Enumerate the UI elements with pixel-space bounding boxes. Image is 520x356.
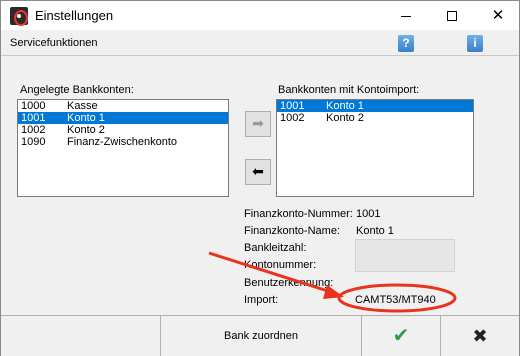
import-format-value: CAMT53/MT940 [355,294,436,306]
account-number: 1090 [21,136,46,148]
finanzkonto-nummer-value: 1001 [356,208,381,220]
title-bar: Einstellungen ✕ [1,1,519,30]
help-icon[interactable]: ? [398,35,414,52]
list-item[interactable]: 1001 Konto 1 [18,112,228,124]
app-icon [10,7,28,26]
close-icon: ✕ [491,7,505,24]
finanzkonto-name-label: Finanzkonto-Name: [244,225,340,237]
account-name: Konto 1 [67,112,105,124]
account-name: Konto 2 [67,124,105,136]
account-number: 1001 [280,100,305,112]
bankleitzahl-label: Bankleitzahl: [244,242,307,254]
checkmark-icon: ✔ [392,325,410,347]
assign-bank-button[interactable]: Bank zuordnen [160,316,361,356]
toolbar: Servicefunktionen ? i [1,31,519,56]
import-accounts-list[interactable]: 1001 Konto 1 1002 Konto 2 [276,99,474,197]
kontonummer-label: Kontonummer: [244,259,317,271]
account-name: Konto 1 [326,100,364,112]
arrow-left-icon: ⬅ [252,163,264,179]
bank-accounts-list[interactable]: 1000 Kasse 1001 Konto 1 1002 Konto 2 1090 Fi… [17,99,229,197]
info-icon[interactable]: i [467,35,483,52]
list-item[interactable]: 1000 Kasse [18,100,228,112]
cancel-button[interactable]: ✖ [440,316,519,356]
maximize-button[interactable] [432,4,472,28]
maximize-icon [447,11,457,22]
account-name: Kasse [67,100,98,112]
move-right-button[interactable]: ➡ [245,111,271,137]
account-number: 1001 [21,112,46,124]
list-item[interactable]: 1001 Konto 1 [277,100,473,112]
account-name: Konto 2 [326,112,364,124]
list-item[interactable]: 1002 Konto 2 [18,124,228,136]
close-button[interactable]: ✕ [478,4,518,28]
import-label: Import: [244,294,279,306]
left-list-label: Angelegte Bankkonten: [20,84,134,96]
arrow-right-icon: ➡ [252,115,264,131]
minimize-icon [401,15,411,17]
bank-details-field [355,239,455,272]
footer-empty-slot [1,316,160,356]
finanzkonto-nummer-label: Finanzkonto-Nummer: [244,208,353,220]
ok-button[interactable]: ✔ [361,316,440,356]
account-number: 1002 [21,124,46,136]
right-list-label: Bankkonten mit Kontoimport: [278,84,420,96]
minimize-button[interactable] [386,4,426,28]
account-number: 1002 [280,112,305,124]
account-number: 1000 [21,100,46,112]
window-title: Einstellungen [35,8,114,23]
service-functions-menu[interactable]: Servicefunktionen [10,37,97,49]
benutzerkennung-label: Benutzerkennung: [244,277,334,289]
close-icon: ✖ [472,326,488,346]
list-item[interactable]: 1002 Konto 2 [277,112,473,124]
finanzkonto-name-value: Konto 1 [356,225,394,237]
footer-bar: Bank zuordnen ✔ ✖ [1,315,519,356]
move-left-button[interactable]: ⬅ [245,159,271,185]
account-name: Finanz-Zwischenkonto [67,136,178,148]
settings-window: Einstellungen ✕ Servicefunktionen ? i An… [0,0,520,356]
list-item[interactable]: 1090 Finanz-Zwischenkonto [18,136,228,148]
